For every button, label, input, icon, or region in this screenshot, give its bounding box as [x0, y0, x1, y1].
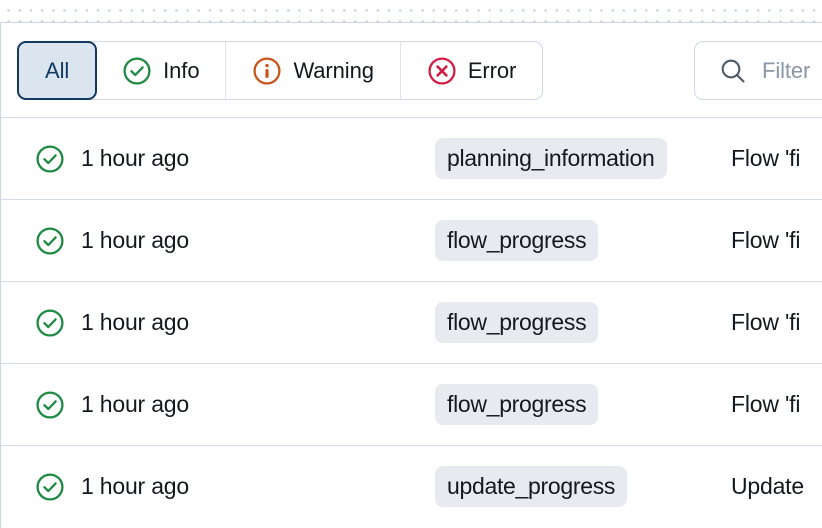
log-entries-table: 1 hour agoplanning_informationFlow 'fi1 …: [1, 117, 822, 527]
log-tag-badge: flow_progress: [435, 384, 598, 425]
tab-label: All: [45, 60, 69, 82]
log-level-tab-group: All Info Warning Error: [17, 41, 543, 100]
tab-all[interactable]: All: [17, 41, 97, 100]
log-time-cell: 1 hour ago: [1, 144, 435, 174]
log-message-cell: Flow 'fi: [731, 145, 822, 172]
log-tag-badge: flow_progress: [435, 302, 598, 343]
table-row[interactable]: 1 hour ago flow_progress Flow 'fi: [1, 281, 822, 363]
log-time-cell: 1 hour ago: [1, 390, 435, 420]
tab-label: Info: [163, 60, 199, 82]
tab-label: Warning: [293, 60, 373, 82]
log-toolbar: All Info Warning Error Filter: [0, 23, 822, 117]
log-message-cell: Flow 'fi: [731, 309, 822, 336]
check-circle-icon: [35, 390, 65, 420]
check-circle-icon: [35, 472, 65, 502]
log-time-cell: 1 hour ago: [1, 472, 435, 502]
tab-info[interactable]: Info: [96, 42, 226, 99]
info-circle-icon: [252, 56, 282, 86]
check-circle-icon: [35, 144, 65, 174]
log-message-cell: Update: [731, 473, 822, 500]
table-row[interactable]: 1 hour ago flow_progress Flow 'fi: [1, 363, 822, 445]
check-circle-icon: [35, 226, 65, 256]
check-circle-icon: [122, 56, 152, 86]
log-timestamp: 1 hour ago: [81, 473, 189, 500]
log-message-cell: Flow 'fi: [731, 391, 822, 418]
log-tag-badge: planning_information: [435, 138, 667, 179]
tab-warning[interactable]: Warning: [226, 42, 400, 99]
log-tag-cell: planning_information: [435, 138, 731, 179]
log-timestamp: 1 hour ago: [81, 227, 189, 254]
log-viewer-panel: All Info Warning Error Filter 1 hour ago pla…: [0, 0, 822, 528]
tab-error[interactable]: Error: [401, 42, 542, 99]
log-tag-cell: update_progress: [435, 466, 731, 507]
table-row[interactable]: 1 hour ago flow_progress Flow 'fi: [1, 199, 822, 281]
log-tag-cell: flow_progress: [435, 220, 731, 261]
tab-label: Error: [468, 60, 516, 82]
log-tag-badge: flow_progress: [435, 220, 598, 261]
check-circle-icon: [35, 308, 65, 338]
dotted-separator-pattern: [0, 0, 822, 22]
filter-search-box[interactable]: Filter: [694, 41, 822, 100]
log-time-cell: 1 hour ago: [1, 226, 435, 256]
log-tag-cell: flow_progress: [435, 384, 731, 425]
log-timestamp: 1 hour ago: [81, 309, 189, 336]
filter-search-placeholder: Filter: [762, 58, 810, 84]
log-message-cell: Flow 'fi: [731, 227, 822, 254]
log-tag-cell: flow_progress: [435, 302, 731, 343]
search-icon: [718, 56, 748, 86]
x-circle-icon: [427, 56, 457, 86]
table-row[interactable]: 1 hour ago planning_information Flow 'fi: [1, 117, 822, 199]
log-timestamp: 1 hour ago: [81, 145, 189, 172]
log-tag-badge: update_progress: [435, 466, 627, 507]
log-timestamp: 1 hour ago: [81, 391, 189, 418]
log-time-cell: 1 hour ago: [1, 308, 435, 338]
table-row[interactable]: 1 hour ago update_progress Update: [1, 445, 822, 527]
